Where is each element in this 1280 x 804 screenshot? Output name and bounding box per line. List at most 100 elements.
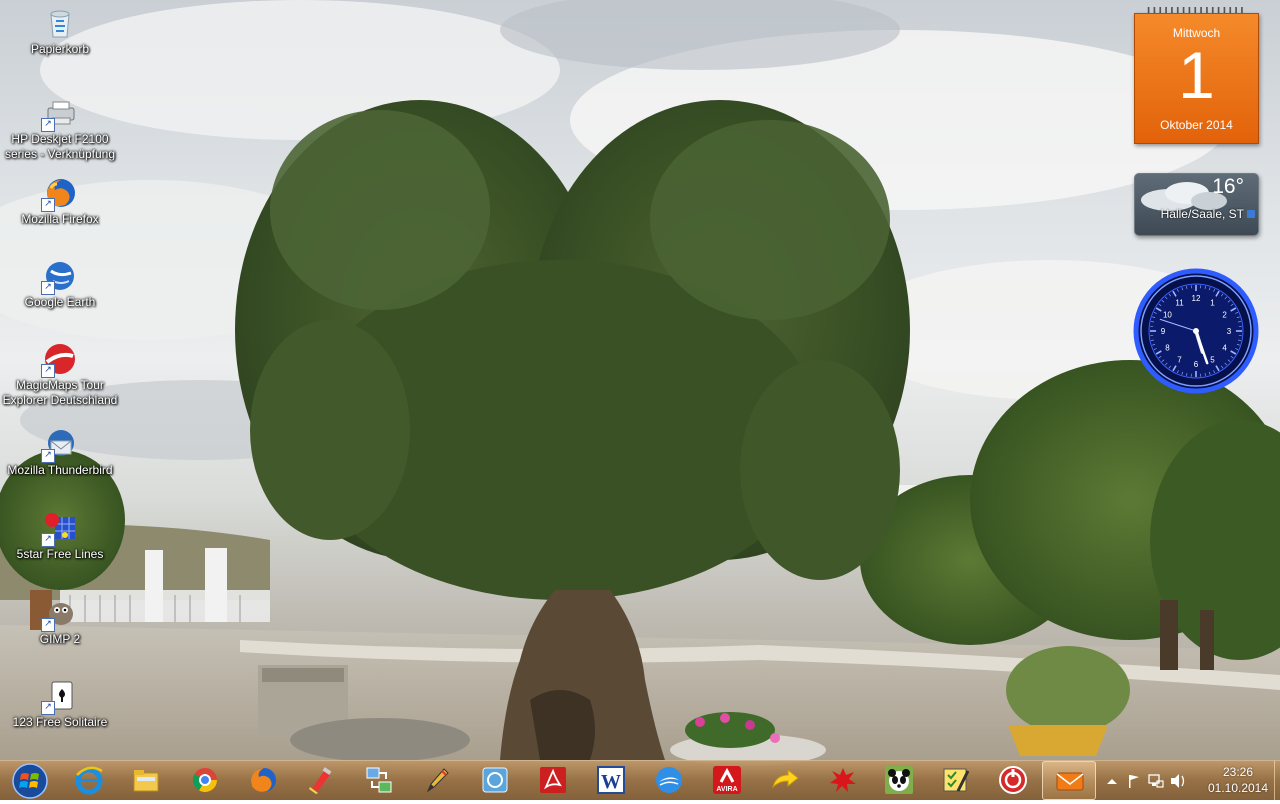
shortcut-arrow-icon: ↗: [41, 364, 55, 378]
desktop-icon-mozilla-firefox[interactable]: ↗ Mozilla Firefox: [2, 176, 118, 227]
printer-icon: ↗: [43, 96, 77, 130]
shortcut-arrow-icon: ↗: [41, 449, 55, 463]
taskbar-time: 23:26: [1200, 764, 1276, 780]
volume-icon[interactable]: [1171, 774, 1184, 788]
start-button[interactable]: [6, 762, 54, 800]
taskbar-pencil-tool[interactable]: [410, 761, 464, 800]
pencil-tool-icon: [422, 765, 452, 795]
taskbar-cloud-sync[interactable]: [642, 761, 696, 800]
taskbar-file-explorer[interactable]: [119, 761, 173, 800]
shortcut-arrow-icon: ↗: [41, 281, 55, 295]
taskbar-adobe-reader[interactable]: [526, 761, 580, 800]
firefox-icon: [248, 765, 278, 795]
panda-icon: [884, 765, 914, 795]
clock-numeral: 1: [1210, 298, 1215, 307]
desktop-icon-label: MagicMaps Tour: [2, 378, 118, 393]
weather-temperature: 16°: [1212, 175, 1244, 199]
taskbar-checklist-tool[interactable]: [928, 761, 982, 800]
adobe-reader-icon: [538, 765, 568, 795]
show-desktop-button[interactable]: [1274, 761, 1280, 800]
word-icon: W: [596, 765, 626, 795]
network-transfer-icon: [364, 765, 394, 795]
desktop-icon-label: HP Deskjet F2100: [2, 132, 118, 147]
desktop-icon-label: 123 Free Solitaire: [2, 715, 118, 730]
taskbar-clock[interactable]: 23:26 01.10.2014: [1200, 764, 1276, 796]
firefox-icon: ↗: [43, 176, 77, 210]
internet-explorer-icon: [74, 765, 104, 795]
taskbar-firefox[interactable]: [236, 761, 290, 800]
clock-numeral: 6: [1194, 360, 1199, 369]
desktop-icon-recycle-bin[interactable]: Papierkorb: [2, 6, 118, 57]
file-explorer-icon: [131, 765, 161, 795]
analog-clock-gadget[interactable]: 121234567891011: [1133, 268, 1259, 394]
ccleaner-icon: [306, 765, 336, 795]
taskbar-yellow-arrow[interactable]: [758, 761, 812, 800]
avira-label: AVIRA: [716, 786, 737, 793]
desktop-icon-label: Google Earth: [2, 295, 118, 310]
clock-numeral: 8: [1165, 344, 1170, 353]
windows-orb-icon: [6, 762, 54, 800]
taskbar-red-splash[interactable]: [816, 761, 870, 800]
desktop-icon-google-earth[interactable]: ↗ Google Earth: [2, 259, 118, 310]
weather-gadget[interactable]: 16° Halle/Saale, ST: [1134, 173, 1259, 236]
weather-location: Halle/Saale, ST: [1161, 207, 1244, 221]
desktop-icon-label-line2: series - Verknüpfung: [2, 147, 118, 162]
taskbar-word[interactable]: W: [584, 761, 638, 800]
magicmaps-icon: ↗: [43, 342, 77, 376]
taskbar-shield-badge[interactable]: [986, 761, 1040, 800]
taskbar-internet-explorer[interactable]: [62, 761, 116, 800]
taskbar: W AVIRA 23:26 01.10.2014: [0, 760, 1280, 800]
taskbar-mail[interactable]: [1042, 761, 1096, 800]
clock-numeral: 4: [1222, 344, 1227, 353]
desktop-icon-123-free-solitaire[interactable]: ↗ 123 Free Solitaire: [2, 679, 118, 730]
calendar-gadget[interactable]: Mittwoch 1 Oktober 2014: [1134, 7, 1259, 144]
clock-numeral: 2: [1222, 311, 1227, 320]
calendar-page: Mittwoch 1 Oktober 2014: [1134, 13, 1259, 144]
word-icon-letter: W: [601, 771, 621, 793]
clock-numeral: 3: [1227, 327, 1232, 336]
photo-viewer-icon: [480, 765, 510, 795]
desktop-icon-gimp[interactable]: ↗ GIMP 2: [2, 596, 118, 647]
taskbar-network-transfer[interactable]: [352, 761, 406, 800]
calendar-day-number: 1: [1135, 40, 1258, 110]
desktop-icon-magicmaps[interactable]: ↗ MagicMaps Tour Explorer Deutschland: [2, 342, 118, 408]
desktop-wallpaper: [0, 0, 1280, 800]
desktop-icon-mozilla-thunderbird[interactable]: ↗ Mozilla Thunderbird: [2, 427, 118, 478]
shield-badge-icon: [998, 765, 1028, 795]
taskbar-date: 01.10.2014: [1200, 780, 1276, 796]
thunderbird-icon: ↗: [43, 427, 77, 461]
lines-game-icon: ↗: [43, 511, 77, 545]
gimp-icon: ↗: [43, 596, 77, 630]
desktop-icon-5star-free-lines[interactable]: ↗ 5star Free Lines: [2, 511, 118, 562]
avira-icon: AVIRA: [712, 765, 742, 795]
cloud-sync-icon: [654, 765, 684, 795]
red-splash-icon: [828, 765, 858, 795]
desktop-icon-label: Papierkorb: [2, 42, 118, 57]
taskbar-avira[interactable]: AVIRA: [700, 761, 754, 800]
clock-numeral: 5: [1210, 356, 1215, 365]
wallpaper-olive-tree-scene: [0, 0, 1280, 800]
shortcut-arrow-icon: ↗: [41, 701, 55, 715]
action-center-flag-icon[interactable]: [1129, 775, 1139, 788]
weather-source-icon[interactable]: [1247, 210, 1255, 218]
chrome-icon: [190, 765, 220, 795]
clock-numeral: 10: [1163, 311, 1172, 320]
taskbar-panda[interactable]: [872, 761, 926, 800]
desktop-icon-hp-deskjet[interactable]: ↗ HP Deskjet F2100 series - Verknüpfung: [2, 96, 118, 162]
notification-area: [1098, 761, 1198, 800]
desktop-icon-label: Mozilla Firefox: [2, 212, 118, 227]
checklist-tool-icon: [940, 765, 970, 795]
shortcut-arrow-icon: ↗: [41, 618, 55, 632]
network-icon[interactable]: [1149, 775, 1163, 787]
shortcut-arrow-icon: ↗: [41, 118, 55, 132]
shortcut-arrow-icon: ↗: [41, 533, 55, 547]
taskbar-ccleaner[interactable]: [294, 761, 348, 800]
taskbar-chrome[interactable]: [178, 761, 232, 800]
show-hidden-icons-icon[interactable]: [1107, 779, 1117, 784]
recycle-bin-icon: [43, 6, 77, 40]
desktop-icon-label: 5star Free Lines: [2, 547, 118, 562]
clock-numeral: 12: [1192, 294, 1201, 303]
mail-envelope-icon: [1055, 766, 1085, 796]
taskbar-photo-viewer[interactable]: [468, 761, 522, 800]
calendar-month-year: Oktober 2014: [1135, 118, 1258, 132]
